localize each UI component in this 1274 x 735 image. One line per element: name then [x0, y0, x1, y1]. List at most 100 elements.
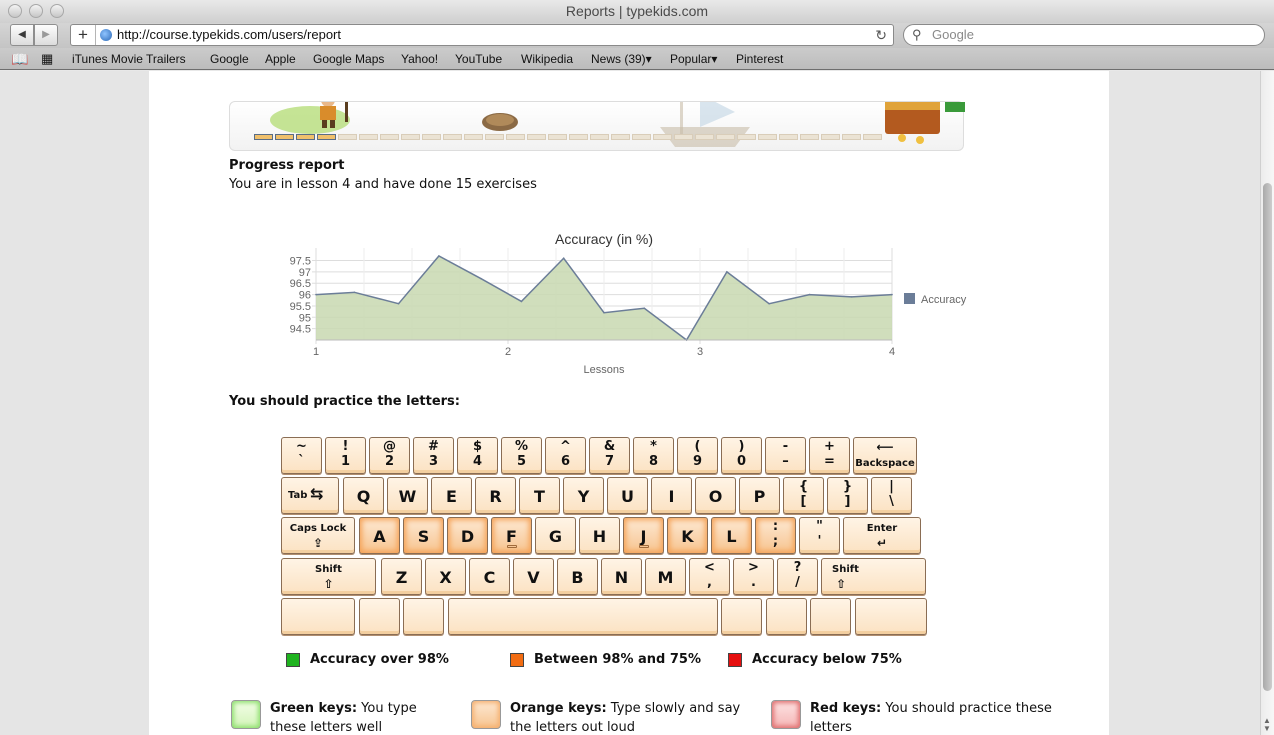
- accuracy-point: [768, 302, 770, 305]
- search-icon: ⚲: [912, 27, 922, 42]
- key-e: E: [431, 477, 472, 514]
- orange-key-sample: [471, 700, 501, 729]
- y-tick-label: 94.5: [290, 324, 311, 336]
- key-label: ': [817, 534, 822, 549]
- y-tick-label: 95.5: [290, 301, 311, 313]
- key-bottom-left-1: [281, 598, 355, 635]
- orange-keys-text-2: the letters out loud: [510, 720, 635, 735]
- bookmark-wikipedia[interactable]: Wikipedia: [521, 51, 573, 67]
- zoom-window-button[interactable]: [50, 4, 64, 18]
- key-label: N: [614, 568, 629, 587]
- key-label: Backspace: [855, 458, 915, 469]
- bookmark-pinterest[interactable]: Pinterest: [736, 51, 783, 67]
- key-label: 6: [560, 454, 571, 469]
- url-text[interactable]: http://course.typekids.com/users/report: [117, 25, 341, 45]
- bookmark-news-menu[interactable]: News (39)▾: [591, 51, 652, 67]
- key-label: \: [889, 494, 894, 509]
- key-caps-lock: Caps Lock ⇪: [281, 517, 355, 554]
- bookmark-google[interactable]: Google: [210, 51, 249, 67]
- key-space: [448, 598, 718, 635]
- bookmark-yahoo[interactable]: Yahoo!: [401, 51, 438, 67]
- key-label: 5: [516, 454, 527, 469]
- address-bar[interactable]: + http://course.typekids.com/users/repor…: [70, 24, 894, 46]
- key-m: M: [645, 558, 686, 595]
- progress-segment: [590, 134, 609, 140]
- key-shift-label: :: [772, 519, 779, 534]
- key-k: K: [667, 517, 708, 554]
- key-;: :;: [755, 517, 796, 554]
- key-s: S: [403, 517, 444, 554]
- accuracy-point: [891, 293, 893, 296]
- key-n: N: [601, 558, 642, 595]
- progress-segment: [338, 134, 357, 140]
- search-placeholder[interactable]: Google: [932, 25, 974, 45]
- key-1: ! 1: [325, 437, 366, 474]
- green-keys-explanation: Green keys: You type these letters well: [270, 699, 440, 735]
- key-shift-label: <: [704, 560, 715, 575]
- key-6: ^ 6: [545, 437, 586, 474]
- progress-segment: [716, 134, 735, 140]
- key-shift-label: +: [824, 439, 835, 454]
- practice-letters-title: You should practice the letters:: [229, 394, 460, 409]
- home-key-bump: [506, 545, 517, 548]
- key-shift-left: Shift ⇧: [281, 558, 376, 595]
- bookmark-youtube[interactable]: YouTube: [455, 51, 502, 67]
- key-shift-label: !: [342, 439, 349, 454]
- red-keys-text-2: letters: [810, 720, 852, 735]
- key-label: M: [657, 568, 674, 587]
- key-shift-right: Shift ⇧: [821, 558, 926, 595]
- key-`: ~ `: [281, 437, 322, 474]
- y-tick-label: 95: [299, 312, 311, 324]
- bookmark-google-maps[interactable]: Google Maps: [313, 51, 384, 67]
- key-label: /: [795, 575, 800, 590]
- progress-segment: [548, 134, 567, 140]
- scroll-arrows-icon[interactable]: ▲ ▼: [1263, 717, 1271, 733]
- top-sites-grid-icon[interactable]: ▦: [41, 51, 53, 67]
- site-favicon-icon: [100, 29, 112, 41]
- progress-segment: [653, 134, 672, 140]
- key-label: C: [483, 568, 496, 587]
- bookmark-itunes-movie-trailers[interactable]: iTunes Movie Trailers: [72, 51, 186, 67]
- reading-list-icon[interactable]: 📖: [11, 51, 28, 67]
- back-button[interactable]: ◀: [10, 24, 34, 46]
- key-shift-label: *: [650, 439, 657, 454]
- page-scrollbar[interactable]: ▲ ▼: [1260, 71, 1274, 735]
- progress-segment: [758, 134, 777, 140]
- key-label: Shift: [315, 564, 342, 575]
- progress-segment: [275, 134, 294, 140]
- key-bottom-right-4: [855, 598, 927, 635]
- key-label: D: [460, 527, 475, 546]
- y-tick-label: 97: [299, 267, 311, 279]
- key-label: B: [571, 568, 584, 587]
- bookmark-popular-menu[interactable]: Popular▾: [670, 51, 717, 67]
- close-window-button[interactable]: [8, 4, 22, 18]
- key-label: Tab: [288, 490, 308, 501]
- bookmark-apple[interactable]: Apple: [265, 51, 296, 67]
- key-l: L: [711, 517, 752, 554]
- search-field[interactable]: ⚲ Google: [903, 24, 1265, 46]
- add-bookmark-button[interactable]: +: [71, 25, 96, 45]
- key-bottom-left-3: [403, 598, 444, 635]
- progress-segment: [842, 134, 861, 140]
- key-bottom-right-2: [766, 598, 807, 635]
- key-shift-label: %: [514, 439, 529, 454]
- key-y: Y: [563, 477, 604, 514]
- red-keys-heading: Red keys:: [810, 701, 882, 716]
- key-u: U: [607, 477, 648, 514]
- forward-arrow-icon: ▶: [42, 29, 50, 40]
- key-label: Z: [395, 568, 408, 587]
- progress-segment: [821, 134, 840, 140]
- key-7: & 7: [589, 437, 630, 474]
- key-x: X: [425, 558, 466, 595]
- key-label: –: [782, 454, 789, 469]
- key-label: 0: [736, 454, 747, 469]
- reload-icon[interactable]: ↻: [875, 25, 887, 45]
- scrollbar-thumb[interactable]: [1263, 183, 1272, 691]
- x-axis-label: Lessons: [584, 364, 625, 376]
- key-label: Caps Lock: [289, 523, 347, 534]
- key-2: @2: [369, 437, 410, 474]
- shift-arrow-icon: ⇧: [323, 577, 334, 591]
- minimize-window-button[interactable]: [29, 4, 43, 18]
- accuracy-point: [562, 257, 565, 260]
- forward-button[interactable]: ▶: [34, 24, 58, 46]
